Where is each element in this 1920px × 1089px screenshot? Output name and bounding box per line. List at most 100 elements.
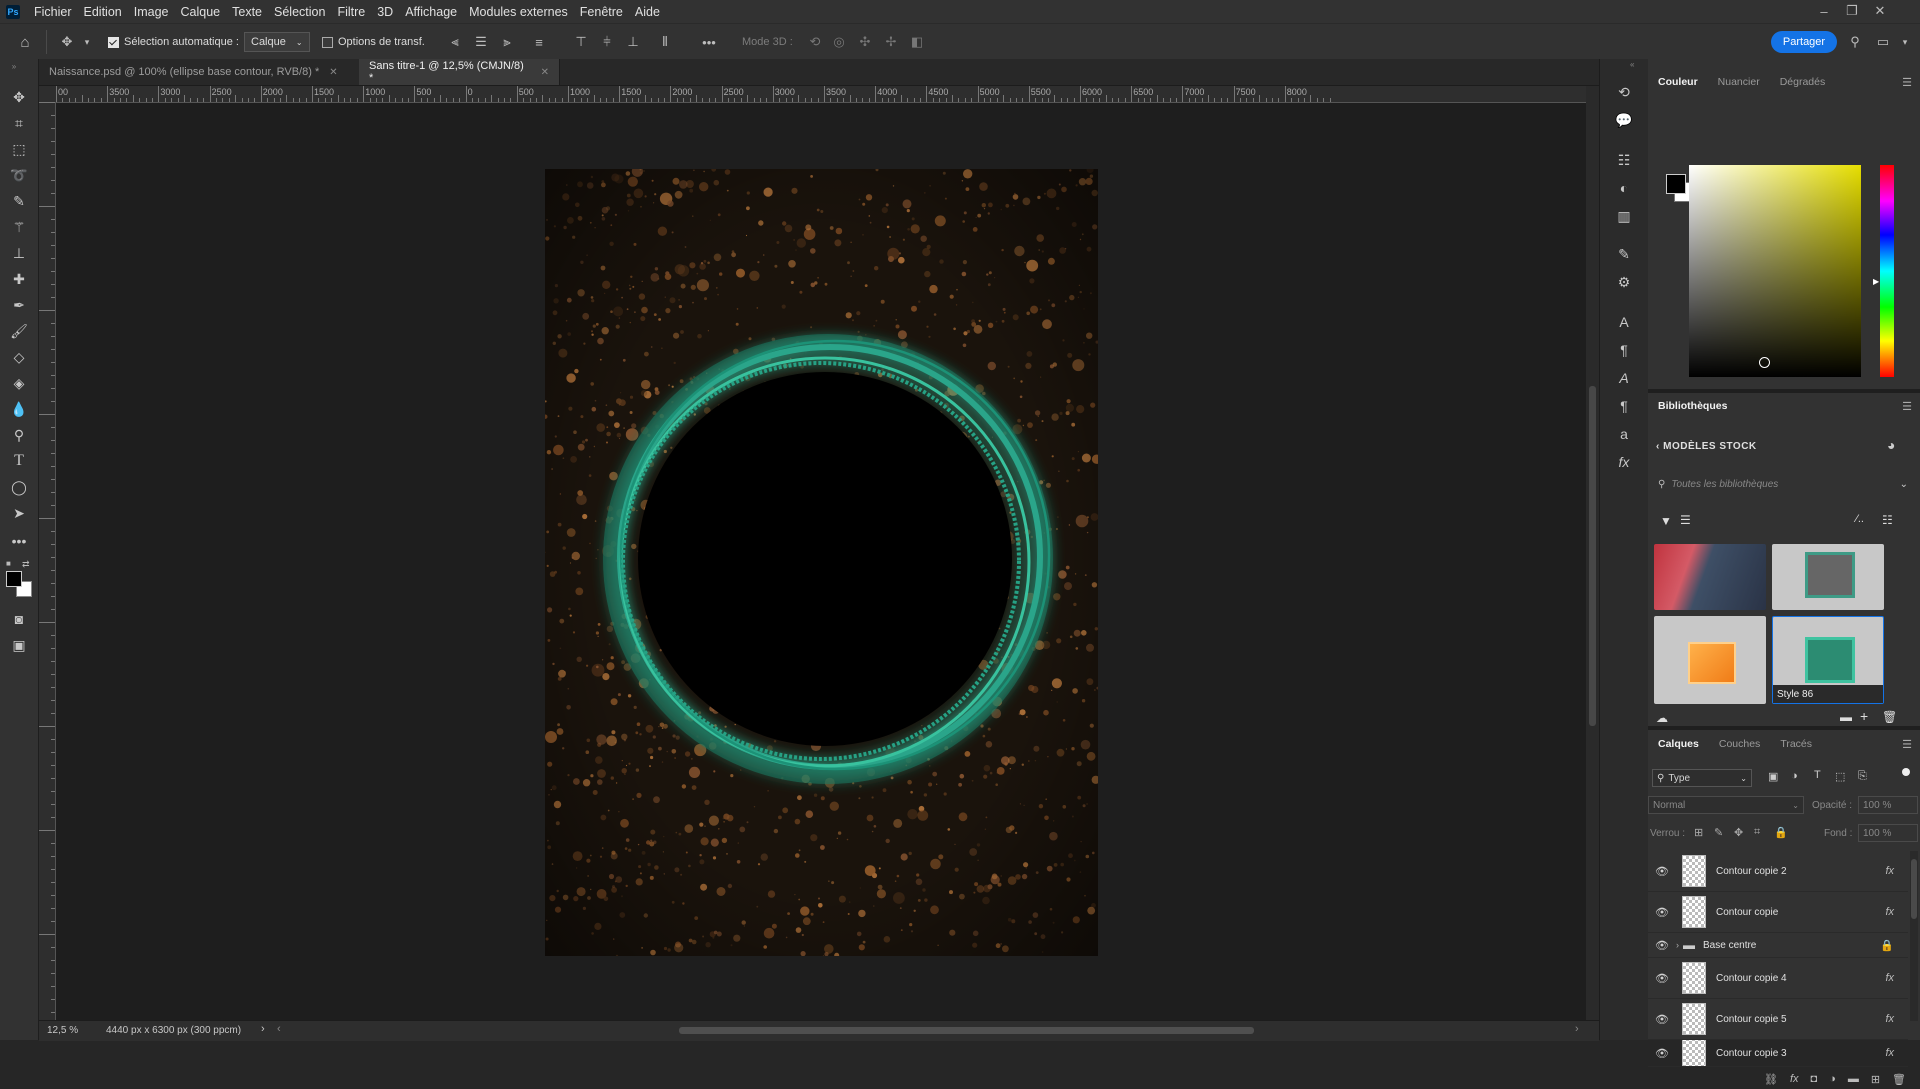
layer-row[interactable]: 👁 Contour copie fx — [1648, 892, 1908, 933]
filter-icon[interactable]: ▼ — [1660, 514, 1672, 528]
align-bottom-icon[interactable]: ⊥ — [624, 33, 642, 51]
default-colors-icon[interactable]: ■ — [6, 559, 14, 568]
chevron-down-icon[interactable]: ⌄ — [1900, 479, 1908, 490]
vertical-scroll-thumb[interactable] — [1589, 386, 1596, 726]
library-item[interactable] — [1772, 544, 1884, 610]
layer-row[interactable]: 👁 Contour copie 4 fx — [1648, 958, 1908, 999]
glyphs-icon[interactable]: A — [1613, 367, 1635, 389]
brush-tool-icon[interactable]: 🖌 — [9, 321, 29, 341]
lock-pixels-icon[interactable]: ✎ — [1714, 826, 1723, 839]
eraser-tool-icon[interactable]: ◇ — [9, 347, 29, 367]
opacity-input[interactable]: 100 % — [1858, 796, 1918, 814]
distribute-icon[interactable]: ≡ — [530, 33, 548, 51]
brush-settings-icon[interactable]: ⚙ — [1613, 271, 1635, 293]
lock-artboard-icon[interactable]: ⌗ — [1754, 826, 1760, 839]
filter-adjustment-icon[interactable]: ◑ — [1791, 770, 1798, 782]
expand-group-icon[interactable]: › — [1676, 940, 1679, 950]
layer-fx-icon[interactable]: fx — [1885, 865, 1894, 877]
visibility-eye-icon[interactable]: 👁 — [1648, 865, 1676, 878]
more-tools-icon[interactable]: ••• — [9, 531, 29, 551]
adjustments-icon[interactable]: ◐ — [1613, 177, 1635, 199]
layer-fx-icon[interactable]: fx — [1885, 1047, 1894, 1059]
add-style-icon[interactable]: fx — [1790, 1073, 1799, 1085]
layers-scrollbar[interactable] — [1910, 851, 1918, 1021]
library-item[interactable] — [1654, 544, 1766, 610]
tab-nuancier[interactable]: Nuancier — [1708, 76, 1770, 88]
cloud-icon[interactable]: ☁ — [1656, 711, 1668, 725]
camera-3d-icon[interactable]: ◧ — [908, 33, 926, 51]
tab-traces[interactable]: Tracés — [1770, 738, 1822, 750]
menu-3d[interactable]: 3D — [371, 5, 399, 19]
add-mask-icon[interactable]: ◘ — [1811, 1073, 1818, 1085]
layer-row[interactable]: 👁 Contour copie 5 fx — [1648, 999, 1908, 1040]
hue-slider[interactable] — [1880, 165, 1894, 377]
close-icon[interactable]: ✕ — [1866, 0, 1894, 22]
screen-mode-icon[interactable]: ▣ — [9, 635, 29, 655]
color-field[interactable] — [1689, 165, 1861, 377]
layer-fx-icon[interactable]: fx — [1885, 906, 1894, 918]
type-tool-icon[interactable]: T — [9, 451, 29, 471]
document-info[interactable]: 4440 px x 6300 px (300 ppcm) — [106, 1025, 241, 1036]
align-right-icon[interactable]: ⫸ — [498, 33, 516, 51]
orbit-3d-icon[interactable]: ⟲ — [806, 33, 824, 51]
visibility-eye-icon[interactable]: 👁 — [1648, 1047, 1676, 1060]
search-icon[interactable]: ⚲ — [1846, 33, 1864, 51]
filter-toggle[interactable] — [1902, 768, 1910, 776]
lock-transparency-icon[interactable]: ⊞ — [1694, 826, 1703, 839]
visibility-eye-icon[interactable]: 👁 — [1648, 1013, 1676, 1026]
menu-calque[interactable]: Calque — [175, 5, 227, 19]
menu-affichage[interactable]: Affichage — [399, 5, 463, 19]
menu-fenetre[interactable]: Fenêtre — [574, 5, 629, 19]
stamp-tool-icon[interactable]: ⊥ — [9, 243, 29, 263]
layer-row[interactable]: 👁 Contour copie 2 fx — [1648, 851, 1908, 892]
library-back-link[interactable]: ‹ MODÈLES STOCK — [1656, 441, 1757, 452]
menu-filtre[interactable]: Filtre — [331, 5, 371, 19]
lasso-tool-icon[interactable]: ➰ — [9, 165, 29, 185]
restore-icon[interactable]: ❐ — [1838, 0, 1866, 22]
visibility-eye-icon[interactable]: 👁 — [1648, 939, 1676, 952]
library-search[interactable]: ⚲ Toutes les bibliothèques ⌄ — [1658, 472, 1908, 496]
workspace-chevron-icon[interactable]: ▾ — [1896, 33, 1914, 51]
tab-couleur[interactable]: Couleur — [1648, 76, 1708, 88]
folder-icon[interactable]: ▬ — [1840, 710, 1852, 724]
align-top-icon[interactable]: ⊤ — [572, 33, 590, 51]
ellipse-tool-icon[interactable]: ◯ — [9, 477, 29, 497]
brushes-icon[interactable]: ✎ — [1613, 243, 1635, 265]
zoom-level[interactable]: 12,5 % — [47, 1025, 78, 1036]
quick-mask-icon[interactable]: ◙ — [9, 609, 29, 629]
roll-3d-icon[interactable]: ◎ — [830, 33, 848, 51]
swap-colors-icon[interactable]: ⇄ — [22, 559, 30, 569]
status-arrow-icon[interactable]: › — [261, 1023, 265, 1035]
lock-all-icon[interactable]: 🔒 — [1774, 826, 1788, 839]
menu-edition[interactable]: Edition — [78, 5, 128, 19]
history-icon[interactable]: ⟲ — [1613, 81, 1635, 103]
comments-icon[interactable]: 💬 — [1613, 109, 1635, 131]
fill-input[interactable]: 100 % — [1858, 824, 1918, 842]
new-adjustment-icon[interactable]: ◑ — [1829, 1073, 1836, 1085]
character-icon[interactable]: A — [1613, 311, 1635, 333]
list-view-icon[interactable]: ☷ — [1882, 513, 1893, 527]
panel-menu-icon[interactable]: ☰ — [1902, 76, 1912, 89]
trash-icon[interactable]: 🗑 — [1882, 710, 1897, 724]
collapse-icon[interactable]: « — [1630, 60, 1634, 69]
paragraph-styles-icon[interactable]: ¶ — [1613, 395, 1635, 417]
account-icon[interactable]: ◕ — [1887, 437, 1895, 453]
color-picker-handle[interactable] — [1759, 357, 1770, 368]
horizontal-scroll-thumb[interactable] — [679, 1027, 1254, 1034]
auto-select-option[interactable]: Sélection automatique : — [108, 24, 239, 60]
layer-fx-icon[interactable]: fx — [1885, 1013, 1894, 1025]
close-tab-icon[interactable]: ✕ — [541, 67, 549, 78]
menu-texte[interactable]: Texte — [226, 5, 268, 19]
layer-group-row[interactable]: 👁 › ▬ Base centre 🔒 — [1648, 933, 1908, 958]
move-tool-icon[interactable]: ✥ — [58, 33, 76, 51]
tab-couches[interactable]: Couches — [1709, 738, 1770, 750]
filter-shape-icon[interactable]: ⬚ — [1835, 770, 1845, 783]
crop-tool-icon[interactable]: ⌗ — [9, 113, 29, 133]
menu-aide[interactable]: Aide — [629, 5, 666, 19]
library-item[interactable] — [1654, 616, 1766, 704]
tab-naissance[interactable]: Naissance.psd @ 100% (ellipse base conto… — [39, 59, 360, 85]
paint-bucket-icon[interactable]: ◈ — [9, 373, 29, 393]
align-middle-icon[interactable]: ⫩ — [598, 33, 616, 51]
workspace-icon[interactable]: ▭ — [1874, 33, 1892, 51]
auto-select-checkbox[interactable] — [108, 36, 119, 48]
